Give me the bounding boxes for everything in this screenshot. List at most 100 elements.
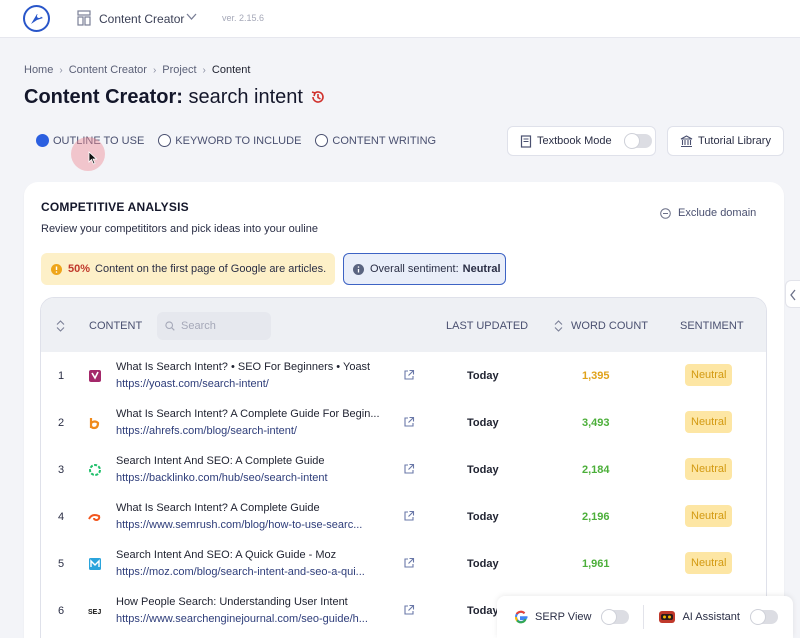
breadcrumb-current: Content xyxy=(211,64,251,76)
app-logo-icon[interactable] xyxy=(23,5,50,32)
competitive-analysis-card: COMPETITIVE ANALYSIS Review your competi… xyxy=(24,182,784,638)
external-link-icon[interactable] xyxy=(403,416,415,428)
row-last-updated: Today xyxy=(467,464,499,476)
table-row[interactable]: 5 Search Intent And SEO: A Quick Guide -… xyxy=(41,540,766,587)
row-url[interactable]: https://www.searchenginejournal.com/seo-… xyxy=(116,613,368,625)
row-word-count: 3,493 xyxy=(582,417,610,429)
table-row[interactable]: 1 What Is Search Intent? • SEO For Begin… xyxy=(41,352,766,399)
table-row[interactable]: 4 What Is Search Intent? A Complete Guid… xyxy=(41,493,766,540)
ahrefs-icon xyxy=(89,418,100,430)
row-word-count: 2,184 xyxy=(582,464,610,476)
step-content-writing[interactable]: CONTENT WRITING xyxy=(315,134,436,147)
breadcrumb: Home › Content Creator › Project › Conte… xyxy=(24,64,250,76)
radio-selected-icon[interactable] xyxy=(36,134,49,147)
textbook-mode-toggle[interactable] xyxy=(623,133,652,149)
sej-icon: SEJ xyxy=(88,609,101,616)
external-link-icon[interactable] xyxy=(403,604,415,616)
row-number: 1 xyxy=(58,370,65,382)
header-content[interactable]: CONTENT xyxy=(89,320,142,332)
section-title: COMPETITIVE ANALYSIS xyxy=(41,200,189,214)
page-title-bold: Content Creator: xyxy=(24,86,183,108)
app-name[interactable]: Content Creator xyxy=(99,12,184,26)
chevron-down-icon[interactable] xyxy=(186,13,197,21)
row-url[interactable]: https://moz.com/blog/search-intent-and-s… xyxy=(116,566,365,578)
article-stat-text: Content on the first page of Google are … xyxy=(95,263,327,275)
step-keyword[interactable]: KEYWORD TO INCLUDE xyxy=(158,134,301,147)
breadcrumb-project[interactable]: Project xyxy=(162,64,196,76)
exclude-domain-label: Exclude domain xyxy=(678,207,757,219)
tutorial-library-label: Tutorial Library xyxy=(698,135,771,147)
breadcrumb-content-creator[interactable]: Content Creator xyxy=(69,64,147,76)
info-icon xyxy=(353,263,364,275)
sort-icon[interactable] xyxy=(56,320,65,332)
yoast-icon xyxy=(89,370,101,382)
google-icon xyxy=(514,610,528,624)
header-word-count[interactable]: WORD COUNT xyxy=(571,320,648,332)
sentiment-badge: Neutral xyxy=(685,458,733,480)
article-stat-note: 50% Content on the first page of Google … xyxy=(41,253,335,285)
row-title: What Is Search Intent? • SEO For Beginne… xyxy=(116,361,371,373)
library-icon xyxy=(680,134,693,147)
row-last-updated: Today xyxy=(467,417,499,429)
external-link-icon[interactable] xyxy=(403,510,415,522)
bottom-tools-bar: SERP View AI Assistant xyxy=(497,596,793,638)
sentiment-badge: Neutral xyxy=(685,505,733,527)
table-row[interactable]: 3 Search Intent And SEO: A Complete Guid… xyxy=(41,446,766,493)
sentiment-badge: Neutral xyxy=(685,552,733,574)
section-subtitle: Review your competititors and pick ideas… xyxy=(41,223,318,235)
minus-circle-icon xyxy=(660,207,671,219)
row-word-count: 2,196 xyxy=(582,511,610,523)
tutorial-library-button[interactable]: Tutorial Library xyxy=(667,126,784,156)
chevron-left-icon xyxy=(790,289,796,301)
radio-icon[interactable] xyxy=(315,134,329,147)
serp-view-label: SERP View xyxy=(535,611,592,623)
row-number: 5 xyxy=(58,558,65,570)
row-number: 6 xyxy=(58,605,65,617)
side-panel-toggle[interactable] xyxy=(785,280,800,308)
textbook-mode-button[interactable]: Textbook Mode xyxy=(507,126,656,156)
external-link-icon[interactable] xyxy=(403,463,415,475)
row-url[interactable]: https://yoast.com/search-intent/ xyxy=(116,378,269,390)
row-last-updated: Today xyxy=(467,511,499,523)
external-link-icon[interactable] xyxy=(403,557,415,569)
radio-icon[interactable] xyxy=(158,134,172,147)
step-label: CONTENT WRITING xyxy=(332,134,437,147)
row-number: 3 xyxy=(58,464,65,476)
chevron-right-icon: › xyxy=(59,64,63,76)
search-icon xyxy=(165,321,175,331)
warning-icon xyxy=(51,263,62,275)
header-last-updated[interactable]: LAST UPDATED xyxy=(446,320,528,332)
breadcrumb-home[interactable]: Home xyxy=(24,64,53,76)
sort-icon[interactable] xyxy=(554,320,563,332)
row-url[interactable]: https://www.semrush.com/blog/how-to-use-… xyxy=(116,519,362,531)
content-search-input[interactable]: Search xyxy=(157,312,271,340)
row-title: What Is Search Intent? A Complete Guide xyxy=(116,502,320,514)
serp-view-control[interactable]: SERP View xyxy=(513,609,630,625)
ai-assistant-toggle[interactable] xyxy=(749,609,778,625)
sentiment-label: Overall sentiment: xyxy=(370,263,459,275)
chevron-right-icon: › xyxy=(152,64,157,76)
header-sentiment[interactable]: SENTIMENT xyxy=(680,320,744,332)
exclude-domain-button[interactable]: Exclude domain xyxy=(660,207,756,219)
row-title: Search Intent And SEO: A Complete Guide xyxy=(116,455,325,467)
serp-view-toggle[interactable] xyxy=(601,609,630,625)
article-percentage: 50% xyxy=(68,263,91,275)
table-row[interactable]: 2 What Is Search Intent? A Complete Guid… xyxy=(41,399,766,446)
row-title: How People Search: Understanding User In… xyxy=(116,596,348,608)
external-link-icon[interactable] xyxy=(403,369,415,381)
row-url[interactable]: https://ahrefs.com/blog/search-intent/ xyxy=(116,425,297,437)
row-url[interactable]: https://backlinko.com/hub/seo/search-int… xyxy=(116,472,328,484)
competitor-table: CONTENT Search LAST UPDATED WORD COUNT S… xyxy=(40,297,767,638)
backlinko-icon xyxy=(89,464,101,476)
svg-text:SEJ: SEJ xyxy=(88,609,101,616)
apps-grid-icon[interactable] xyxy=(77,10,91,26)
ai-assistant-control[interactable]: AI Assistant xyxy=(658,609,778,625)
sentiment-badge: Neutral xyxy=(685,364,733,386)
history-icon[interactable] xyxy=(310,89,326,105)
overall-sentiment-note[interactable]: Overall sentiment: Neutral xyxy=(343,253,506,285)
semrush-icon xyxy=(88,514,101,522)
step-label: KEYWORD TO INCLUDE xyxy=(175,134,302,147)
search-placeholder: Search xyxy=(181,320,216,332)
row-title: What Is Search Intent? A Complete Guide … xyxy=(116,408,380,420)
top-bar: Content Creator ver. 2.15.6 xyxy=(0,0,800,38)
